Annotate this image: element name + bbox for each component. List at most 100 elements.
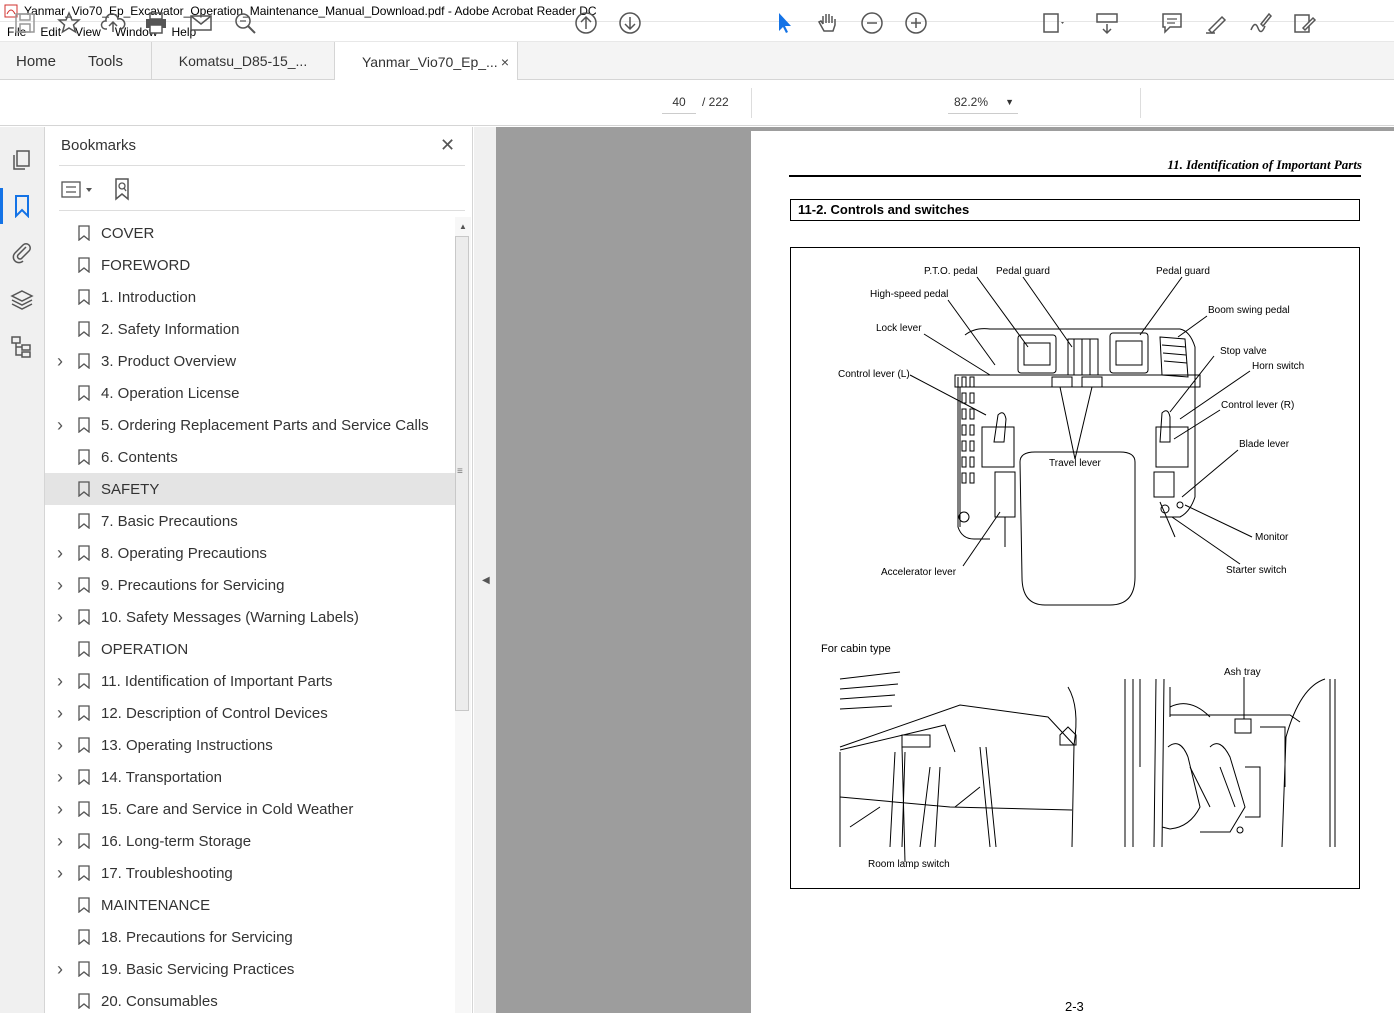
bookmark-label: 10. Safety Messages (Warning Labels): [101, 608, 359, 626]
bookmark-item[interactable]: › 12. Description of Control Devices: [45, 697, 455, 729]
bookmark-panel-icon[interactable]: [0, 188, 34, 224]
bookmark-label: 11. Identification of Important Parts: [101, 672, 333, 690]
bookmark-item[interactable]: › 13. Operating Instructions: [45, 729, 455, 761]
bookmark-item[interactable]: FOREWORD: [45, 249, 455, 281]
email-icon[interactable]: [188, 10, 214, 36]
tab-document-komatsu[interactable]: Komatsu_D85-15_...: [152, 42, 335, 80]
tab-close-icon[interactable]: ×: [501, 54, 509, 70]
bookmark-icon: [78, 833, 90, 849]
bookmark-item[interactable]: 18. Precautions for Servicing: [45, 921, 455, 953]
bookmark-item[interactable]: › 14. Transportation: [45, 761, 455, 793]
bookmark-item[interactable]: 7. Basic Precautions: [45, 505, 455, 537]
zoom-in-icon[interactable]: [903, 10, 929, 36]
select-cursor-icon[interactable]: [771, 10, 797, 36]
upload-cloud-icon[interactable]: [100, 10, 126, 36]
star-icon[interactable]: [56, 10, 82, 36]
comment-icon[interactable]: [1159, 10, 1185, 36]
expand-chevron-icon[interactable]: ›: [57, 959, 67, 980]
bookmark-label: 7. Basic Precautions: [101, 512, 238, 530]
bookmark-item[interactable]: › 5. Ordering Replacement Parts and Servi…: [45, 409, 455, 441]
bookmark-options-icon[interactable]: [61, 179, 97, 201]
bookmark-item[interactable]: › 17. Troubleshooting: [45, 857, 455, 889]
tags-structure-icon[interactable]: [10, 335, 34, 359]
bookmark-item[interactable]: 1. Introduction: [45, 281, 455, 313]
expand-chevron-icon[interactable]: ›: [57, 767, 67, 788]
sign-icon[interactable]: [1247, 10, 1273, 36]
expand-chevron-icon[interactable]: ›: [57, 863, 67, 884]
expand-chevron-icon[interactable]: ›: [57, 351, 67, 372]
expand-chevron-icon[interactable]: ›: [57, 735, 67, 756]
attachment-icon[interactable]: [10, 240, 34, 264]
expand-chevron-icon[interactable]: ›: [57, 799, 67, 820]
print-icon[interactable]: [143, 10, 169, 36]
bookmark-label: 18. Precautions for Servicing: [101, 928, 293, 946]
bookmark-item[interactable]: OPERATION: [45, 633, 455, 665]
bookmark-item[interactable]: › 19. Basic Servicing Practices: [45, 953, 455, 985]
panel-splitter[interactable]: [474, 127, 496, 1013]
tab-tools[interactable]: Tools: [72, 42, 152, 80]
expand-chevron-icon[interactable]: ›: [57, 831, 67, 852]
find-bookmark-icon[interactable]: [111, 177, 135, 201]
save-icon[interactable]: [12, 10, 38, 36]
bookmark-item[interactable]: › 15. Care and Service in Cold Weather: [45, 793, 455, 825]
bookmark-label: 13. Operating Instructions: [101, 736, 273, 754]
bookmark-icon: [78, 513, 90, 529]
bookmark-item[interactable]: 2. Safety Information: [45, 313, 455, 345]
page-number-input[interactable]: 40: [662, 90, 696, 114]
bookmark-item[interactable]: COVER: [45, 217, 455, 249]
bookmark-item[interactable]: › 8. Operating Precautions: [45, 537, 455, 569]
bookmark-label: 1. Introduction: [101, 288, 197, 306]
zoom-select[interactable]: 82.2% ▼: [948, 90, 1018, 114]
scroll-up-icon[interactable]: ▲: [459, 222, 467, 231]
expand-chevron-icon[interactable]: ›: [57, 671, 67, 692]
layers-icon[interactable]: [10, 288, 34, 312]
edit-pdf-icon[interactable]: [1291, 10, 1317, 36]
next-page-icon[interactable]: [617, 10, 643, 36]
bookmark-item[interactable]: › 3. Product Overview: [45, 345, 455, 377]
bookmark-icon: [78, 385, 90, 401]
bookmark-icon: [78, 321, 90, 337]
bookmark-item[interactable]: MAINTENANCE: [45, 889, 455, 921]
bookmark-item[interactable]: › 16. Long-term Storage: [45, 825, 455, 857]
label-pedal-guard-left: Pedal guard: [996, 266, 1050, 277]
tab-bar: Home Tools Komatsu_D85-15_... Yanmar_Vio…: [0, 42, 1394, 81]
tab-document-yanmar[interactable]: Yanmar_Vio70_Ep_... ×: [335, 42, 518, 81]
hand-tool-icon[interactable]: [815, 10, 841, 36]
bookmark-icon: [78, 609, 90, 625]
label-control-lever-left: Control lever (L): [838, 369, 910, 380]
divider: [59, 165, 465, 166]
bookmark-item[interactable]: 20. Consumables: [45, 985, 455, 1017]
bookmark-item[interactable]: 4. Operation License: [45, 377, 455, 409]
bookmark-label: 2. Safety Information: [101, 320, 240, 338]
bookmark-icon: [78, 289, 90, 305]
bookmark-item[interactable]: SAFETY: [45, 473, 455, 505]
bookmark-label: 19. Basic Servicing Practices: [101, 960, 295, 978]
expand-chevron-icon[interactable]: ›: [57, 543, 67, 564]
close-panel-icon[interactable]: ✕: [440, 135, 455, 156]
tab-home[interactable]: Home: [0, 42, 72, 80]
expand-chevron-icon[interactable]: ›: [57, 607, 67, 628]
bookmark-label: OPERATION: [101, 640, 189, 658]
bookmark-icon: [78, 961, 90, 977]
highlight-pen-icon[interactable]: [1203, 10, 1229, 36]
page-thumbnails-icon[interactable]: [10, 148, 34, 172]
zoom-out-icon[interactable]: [859, 10, 885, 36]
bookmark-item[interactable]: 6. Contents: [45, 441, 455, 473]
bookmark-label: 14. Transportation: [101, 768, 222, 786]
bookmark-item[interactable]: › 10. Safety Messages (Warning Labels): [45, 601, 455, 633]
bookmark-item[interactable]: › 11. Identification of Important Parts: [45, 665, 455, 697]
search-icon[interactable]: [232, 10, 258, 36]
page-fit-icon[interactable]: [1040, 10, 1066, 36]
scroll-mode-icon[interactable]: [1094, 10, 1120, 36]
previous-page-icon[interactable]: [573, 10, 599, 36]
toolbar-separator: [1140, 88, 1141, 118]
expand-chevron-icon[interactable]: ›: [57, 415, 67, 436]
bookmark-icon: [78, 481, 90, 497]
bookmark-item[interactable]: › 9. Precautions for Servicing: [45, 569, 455, 601]
label-travel-lever: Travel lever: [1049, 458, 1102, 469]
collapse-panel-icon[interactable]: ◀: [482, 575, 490, 586]
expand-chevron-icon[interactable]: ›: [57, 575, 67, 596]
label-accelerator-lever: Accelerator lever: [881, 567, 957, 578]
panel-title: Bookmarks: [61, 137, 137, 154]
expand-chevron-icon[interactable]: ›: [57, 703, 67, 724]
